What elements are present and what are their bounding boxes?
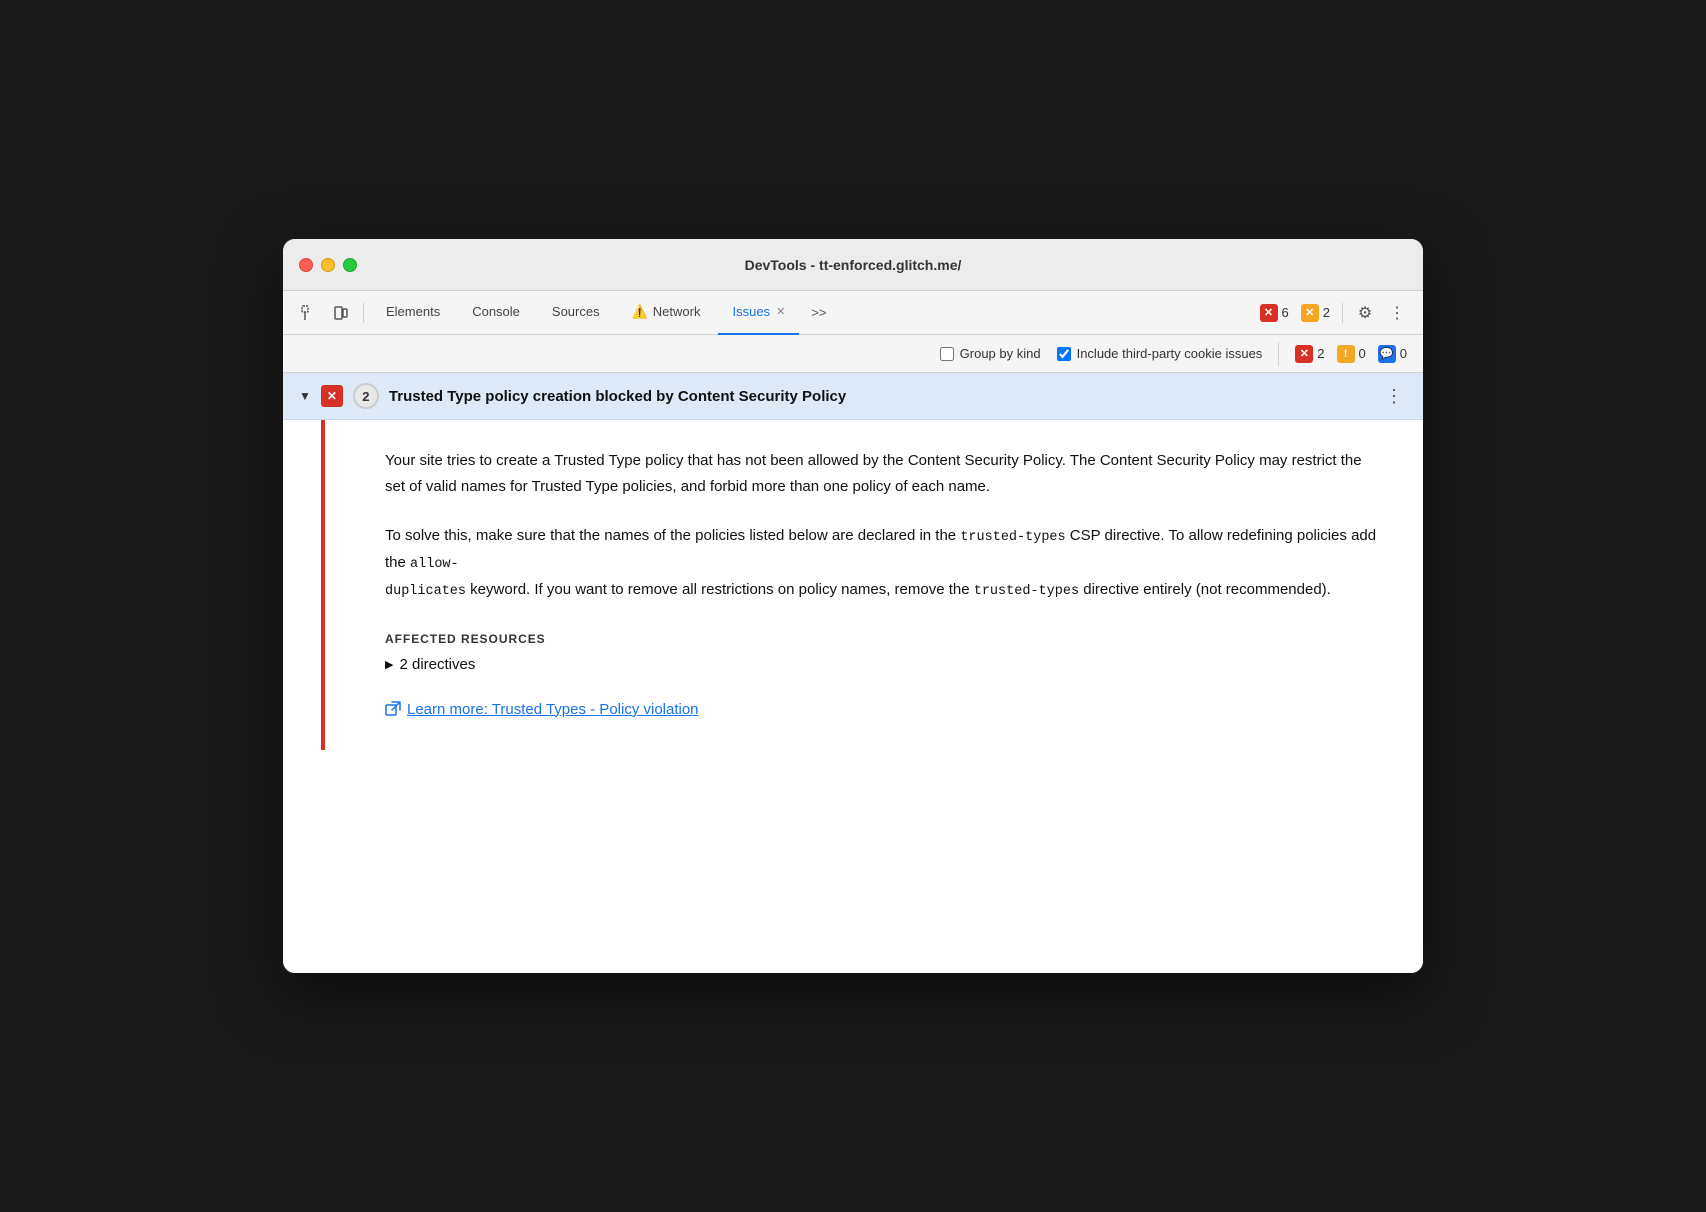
affected-resources: AFFECTED RESOURCES ▶ 2 directives xyxy=(385,632,1383,673)
close-button[interactable] xyxy=(299,258,313,272)
error-count: 6 xyxy=(1282,305,1289,320)
issue-error-icon: ✕ xyxy=(1295,345,1313,363)
issue-warning-icon: ! xyxy=(1337,345,1355,363)
issue-header[interactable]: ▼ ✕ 2 Trusted Type policy creation block… xyxy=(283,373,1423,420)
device-icon[interactable] xyxy=(327,299,355,327)
chevron-right-icon: ▶ xyxy=(385,658,393,671)
error-badge-icon: ✕ xyxy=(1260,304,1278,322)
issue-description: Your site tries to create a Trusted Type… xyxy=(385,448,1383,499)
tab-network[interactable]: ⚠️ Network xyxy=(618,291,715,335)
toolbar: Elements Console Sources ⚠️ Network Issu… xyxy=(283,291,1423,335)
more-options-icon[interactable]: ⋮ xyxy=(1383,299,1411,327)
warning-badge-icon: ✕ xyxy=(1301,304,1319,322)
minimize-button[interactable] xyxy=(321,258,335,272)
issues-bar-left: Group by kind Include third-party cookie… xyxy=(940,346,1263,361)
issues-bar: Group by kind Include third-party cookie… xyxy=(283,335,1423,373)
issues-counts: ✕ 2 ! 0 💬 0 xyxy=(1295,345,1407,363)
group-by-kind-checkbox[interactable] xyxy=(940,347,954,361)
traffic-lights xyxy=(299,258,357,272)
warning-badge: ✕ 2 xyxy=(1301,304,1330,322)
external-link-icon xyxy=(385,701,401,717)
devtools-window: DevTools - tt-enforced.glitch.me/ Elemen… xyxy=(283,239,1423,973)
tab-console[interactable]: Console xyxy=(458,291,534,335)
issue-more-options-icon[interactable]: ⋮ xyxy=(1381,386,1407,407)
toolbar-divider-1 xyxy=(363,303,364,323)
error-badge: ✕ 6 xyxy=(1260,304,1289,322)
settings-icon[interactable]: ⚙ xyxy=(1351,299,1379,327)
issue-count-badge: 2 xyxy=(353,383,379,409)
issue-warning-count: ! 0 xyxy=(1337,345,1366,363)
more-tabs-button[interactable]: >> xyxy=(803,305,834,320)
group-by-kind-label[interactable]: Group by kind xyxy=(940,346,1041,361)
include-third-party-label[interactable]: Include third-party cookie issues xyxy=(1057,346,1263,361)
issue-info-icon: 💬 xyxy=(1378,345,1396,363)
issue-solution: To solve this, make sure that the names … xyxy=(385,523,1383,604)
issue-error-count: ✕ 2 xyxy=(1295,345,1324,363)
main-content: ▼ ✕ 2 Trusted Type policy creation block… xyxy=(283,373,1423,973)
window-title: DevTools - tt-enforced.glitch.me/ xyxy=(745,257,962,273)
issue-info-count: 💬 0 xyxy=(1378,345,1407,363)
tab-elements[interactable]: Elements xyxy=(372,291,454,335)
tab-sources[interactable]: Sources xyxy=(538,291,614,335)
chevron-down-icon[interactable]: ▼ xyxy=(299,389,311,403)
inspector-icon[interactable] xyxy=(295,299,323,327)
warning-count: 2 xyxy=(1323,305,1330,320)
learn-more-link[interactable]: Learn more: Trusted Types - Policy viola… xyxy=(385,701,699,718)
titlebar: DevTools - tt-enforced.glitch.me/ xyxy=(283,239,1423,291)
tab-issues[interactable]: Issues ✕ xyxy=(718,291,799,335)
issue-type-badge: ✕ xyxy=(321,385,343,407)
issue-title: Trusted Type policy creation blocked by … xyxy=(389,388,1371,405)
issue-body: Your site tries to create a Trusted Type… xyxy=(321,420,1423,750)
include-third-party-checkbox[interactable] xyxy=(1057,347,1071,361)
directives-toggle[interactable]: ▶ 2 directives xyxy=(385,656,1383,673)
issues-tab-close[interactable]: ✕ xyxy=(776,305,785,318)
issues-separator xyxy=(1278,342,1279,366)
affected-resources-title: AFFECTED RESOURCES xyxy=(385,632,1383,646)
maximize-button[interactable] xyxy=(343,258,357,272)
toolbar-divider-2 xyxy=(1342,303,1343,323)
network-warning-icon: ⚠️ xyxy=(632,304,648,320)
